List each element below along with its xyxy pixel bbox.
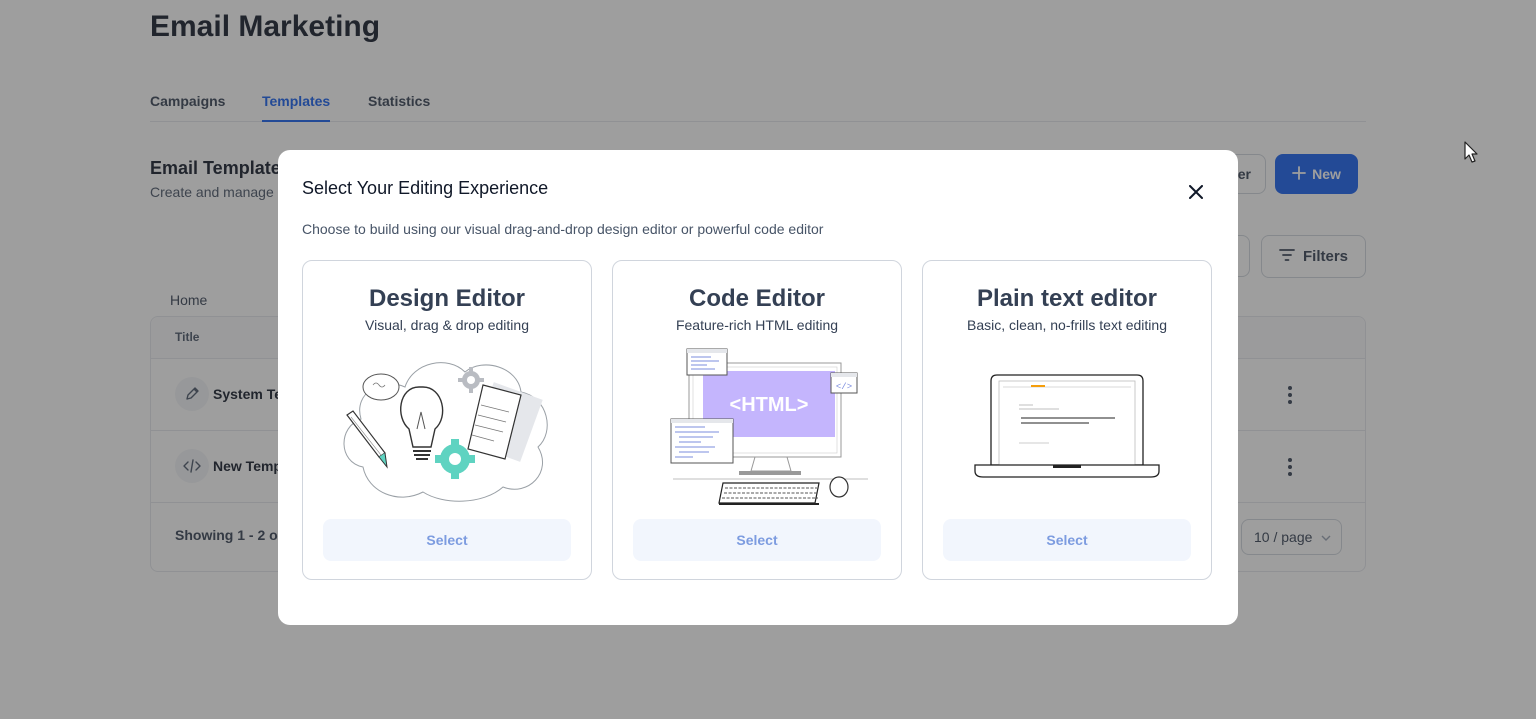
mouse-cursor-icon [1464, 141, 1478, 168]
design-illustration [333, 347, 563, 505]
card-subtitle: Feature-rich HTML editing [675, 317, 839, 333]
close-icon[interactable] [1184, 181, 1208, 203]
select-plain-text-editor-button[interactable]: Select [943, 519, 1191, 561]
html-illustration-text: <HTML> [730, 394, 809, 416]
svg-text:</>: </> [836, 382, 852, 392]
card-title: Plain text editor [976, 285, 1158, 312]
card-title: Code Editor [689, 285, 825, 312]
modal-title: Select Your Editing Experience [302, 178, 549, 198]
code-illustration: <HTML> </> [643, 347, 873, 505]
modal-description: Choose to build using our visual drag-an… [302, 221, 824, 237]
laptop-illustration [953, 347, 1183, 505]
select-design-editor-button[interactable]: Select [323, 519, 571, 561]
card-title: Design Editor [368, 285, 525, 312]
plain-text-editor-card[interactable]: Plain text editor Basic, clean, no-frill… [922, 260, 1212, 580]
editor-selection-modal: Select Your Editing Experience Choose to… [278, 150, 1238, 625]
code-editor-card[interactable]: Code Editor Feature-rich HTML editing <H… [612, 260, 902, 580]
card-subtitle: Basic, clean, no-frills text editing [967, 317, 1167, 333]
design-editor-card[interactable]: Design Editor Visual, drag & drop editin… [302, 260, 592, 580]
select-code-editor-button[interactable]: Select [633, 519, 881, 561]
card-subtitle: Visual, drag & drop editing [365, 317, 529, 333]
